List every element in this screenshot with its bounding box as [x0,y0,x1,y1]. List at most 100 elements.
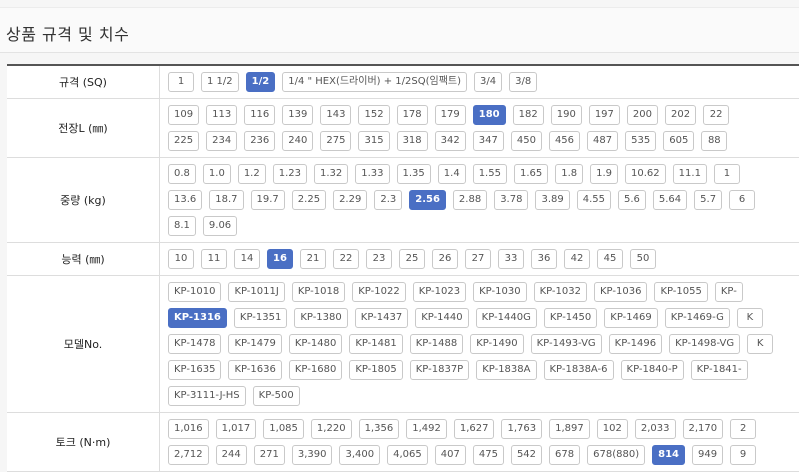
option-chip[interactable]: 4,065 [387,445,428,465]
option-chip[interactable]: 33 [498,249,524,269]
option-chip[interactable]: 1.65 [513,164,549,184]
option-chip[interactable]: 0.8 [168,164,196,184]
option-chip[interactable]: 113 [206,105,238,125]
option-chip[interactable]: 2.25 [291,190,327,210]
option-chip[interactable]: 2 [730,419,757,439]
option-chip-selected[interactable]: 16 [267,249,293,269]
option-chip[interactable]: KP-1498-VG [669,334,741,354]
option-chip[interactable]: 178 [396,105,428,125]
option-chip[interactable]: KP-500 [252,386,300,406]
option-chip[interactable]: 1.35 [396,164,431,184]
option-chip[interactable]: 1.4 [437,164,466,184]
option-chip[interactable]: 152 [358,105,390,125]
option-chip[interactable]: 1.55 [472,164,507,184]
option-chip[interactable]: 179 [434,105,466,125]
option-chip[interactable]: 271 [253,445,285,465]
option-chip[interactable]: 182 [512,105,544,125]
option-chip[interactable]: KP-1010 [168,282,222,302]
option-chip[interactable]: 2,712 [168,445,209,465]
option-chip[interactable]: 202 [665,105,697,125]
option-chip[interactable]: KP-3111-J-HS [168,386,246,406]
option-chip[interactable]: 10 [168,249,194,269]
option-chip[interactable]: 1.8 [555,164,584,184]
option-chip[interactable]: 9.06 [202,216,238,236]
option-chip[interactable]: 1.33 [355,164,390,184]
option-chip[interactable]: 1,220 [310,419,352,439]
option-chip[interactable]: KP-1469 [604,308,658,328]
option-chip[interactable]: 36 [531,249,557,269]
option-chip[interactable]: 1,627 [453,419,495,439]
option-chip[interactable]: 1,085 [263,419,304,439]
option-chip[interactable]: KP-1840-P [620,360,684,380]
option-chip[interactable]: KP-1841- [690,360,748,380]
option-chip[interactable]: KP-1055 [654,282,708,302]
option-chip[interactable]: 244 [215,445,247,465]
option-chip[interactable]: 5.6 [617,190,646,210]
option-chip[interactable]: 197 [588,105,620,125]
option-chip[interactable]: 139 [282,105,314,125]
option-chip[interactable]: 275 [320,131,352,151]
option-chip[interactable]: KP-1635 [168,360,222,380]
option-chip[interactable]: 1.9 [590,164,619,184]
option-chip[interactable]: 456 [548,131,581,151]
option-chip[interactable]: 450 [510,131,542,151]
option-chip[interactable]: 18.7 [209,190,244,210]
option-chip[interactable]: KP-1636 [228,360,282,380]
option-chip[interactable]: 1,492 [406,419,447,439]
option-chip[interactable]: 3/4 [474,72,503,92]
option-chip[interactable]: 3/8 [509,72,538,92]
option-chip[interactable]: 535 [625,131,657,151]
option-chip[interactable]: 102 [596,419,628,439]
option-chip[interactable]: KP- [714,282,743,302]
option-chip[interactable]: 2.88 [452,190,488,210]
option-chip[interactable]: 605 [663,131,695,151]
option-chip[interactable]: 678 [549,445,581,465]
option-chip[interactable]: 3,390 [291,445,333,465]
option-chip[interactable]: 11 [201,249,227,269]
option-chip[interactable]: 1.23 [272,164,307,184]
option-chip-selected[interactable]: 1/2 [245,72,276,92]
option-chip[interactable]: 1.32 [313,164,349,184]
option-chip[interactable]: 4.55 [576,190,611,210]
option-chip[interactable]: 234 [206,131,238,151]
option-chip[interactable]: KP-1838A-6 [543,360,614,380]
option-chip[interactable]: KP-1838A [476,360,537,380]
option-chip[interactable]: 542 [510,445,543,465]
option-chip[interactable]: KP-1380 [294,308,348,328]
option-chip[interactable]: KP-1440 [415,308,469,328]
option-chip[interactable]: 2,033 [634,419,676,439]
option-chip[interactable]: 22 [333,249,359,269]
option-chip[interactable]: 1,356 [358,419,400,439]
option-chip[interactable]: 5.7 [694,190,723,210]
option-chip[interactable]: 10.62 [625,164,666,184]
option-chip[interactable]: KP-1805 [349,360,403,380]
option-chip[interactable]: 678(880) [587,445,646,465]
option-chip[interactable]: KP-1032 [533,282,587,302]
option-chip[interactable]: 25 [399,249,425,269]
option-chip[interactable]: 1,016 [168,419,209,439]
option-chip[interactable]: 236 [244,131,276,151]
option-chip[interactable]: KP-1680 [288,360,343,380]
option-chip[interactable]: 190 [550,105,582,125]
option-chip[interactable]: KP-1440G [475,308,537,328]
option-chip[interactable]: 315 [358,131,390,151]
option-chip[interactable]: 88 [701,131,728,151]
option-chip[interactable]: 347 [472,131,504,151]
option-chip-selected[interactable]: 814 [652,445,685,465]
option-chip[interactable]: K [736,308,763,328]
option-chip[interactable]: 225 [168,131,200,151]
option-chip[interactable]: 6 [729,190,756,210]
option-chip-selected[interactable]: 180 [472,105,506,125]
option-chip[interactable]: 240 [282,131,314,151]
option-chip[interactable]: 22 [703,105,730,125]
option-chip[interactable]: KP-1351 [233,308,288,328]
option-chip[interactable]: 116 [244,105,276,125]
option-chip[interactable]: 109 [168,105,200,125]
option-chip[interactable]: KP-1488 [409,334,464,354]
option-chip-selected[interactable]: KP-1316 [168,308,227,328]
option-chip[interactable]: 23 [366,249,392,269]
option-chip[interactable]: KP-1030 [473,282,527,302]
option-chip[interactable]: KP-1018 [291,282,346,302]
option-chip[interactable]: 407 [434,445,466,465]
option-chip[interactable]: 26 [432,249,458,269]
